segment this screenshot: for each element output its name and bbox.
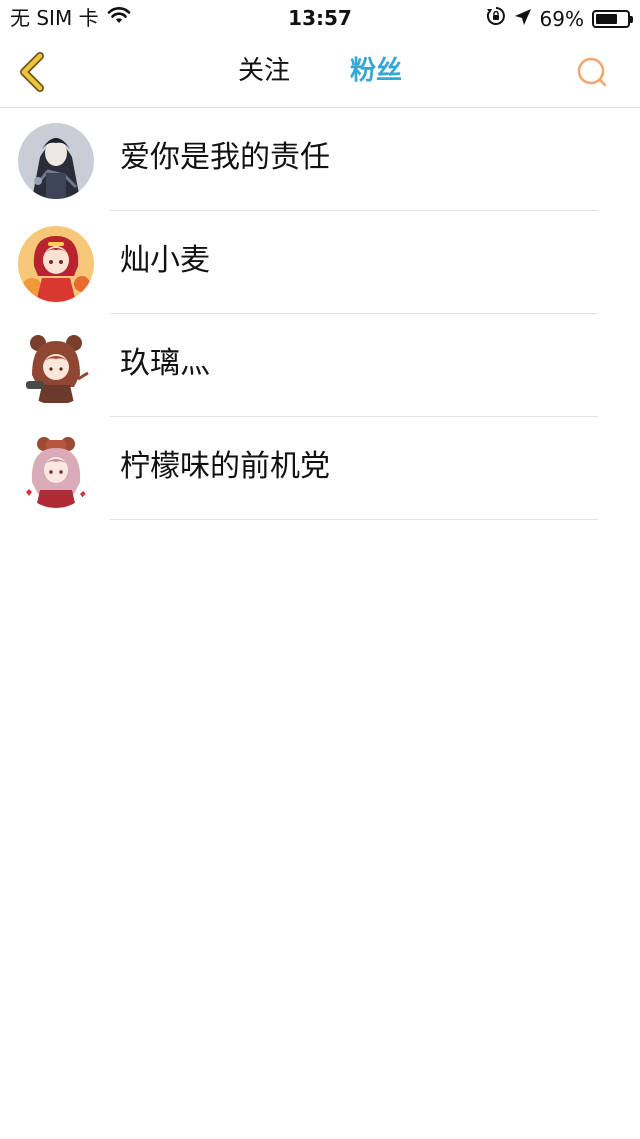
rotation-lock-icon (486, 6, 506, 31)
avatar-red-hair-character (18, 226, 94, 302)
nickname: 爱你是我的责任 (120, 140, 330, 175)
tab-fans[interactable]: 粉丝 (350, 54, 402, 88)
avatar-bear-ears-pink-character (18, 432, 94, 508)
search-button[interactable] (574, 54, 610, 90)
search-icon (577, 57, 607, 87)
nickname: 灿小麦 (120, 243, 210, 278)
avatar[interactable] (18, 329, 94, 405)
list-item[interactable]: 灿小麦 (0, 211, 640, 314)
location-arrow-icon (514, 7, 532, 31)
status-bar: 无 SIM 卡 13:57 69% (0, 0, 640, 36)
avatar[interactable] (18, 226, 94, 302)
battery-level (596, 13, 617, 24)
nav-bar: 关注 粉丝 (0, 36, 640, 108)
tab-bar: 关注 粉丝 (0, 54, 640, 88)
avatar[interactable] (18, 432, 94, 508)
avatar-bear-hood-character (18, 329, 94, 405)
nickname: 柠檬味的前机党 (120, 449, 330, 484)
tab-follow[interactable]: 关注 (238, 54, 290, 88)
fans-list: 爱你是我的责任 灿小麦 玖璃灬 柠檬味的前机党 (0, 108, 640, 520)
list-item[interactable]: 玖璃灬 (0, 314, 640, 417)
list-item[interactable]: 柠檬味的前机党 (0, 417, 640, 520)
avatar[interactable] (18, 123, 94, 199)
avatar-dark-gothic-character (18, 123, 94, 199)
divider (110, 519, 598, 520)
nickname: 玖璃灬 (120, 346, 210, 381)
list-item[interactable]: 爱你是我的责任 (0, 108, 640, 211)
battery-icon (592, 9, 633, 28)
battery-percent: 69% (539, 6, 584, 31)
